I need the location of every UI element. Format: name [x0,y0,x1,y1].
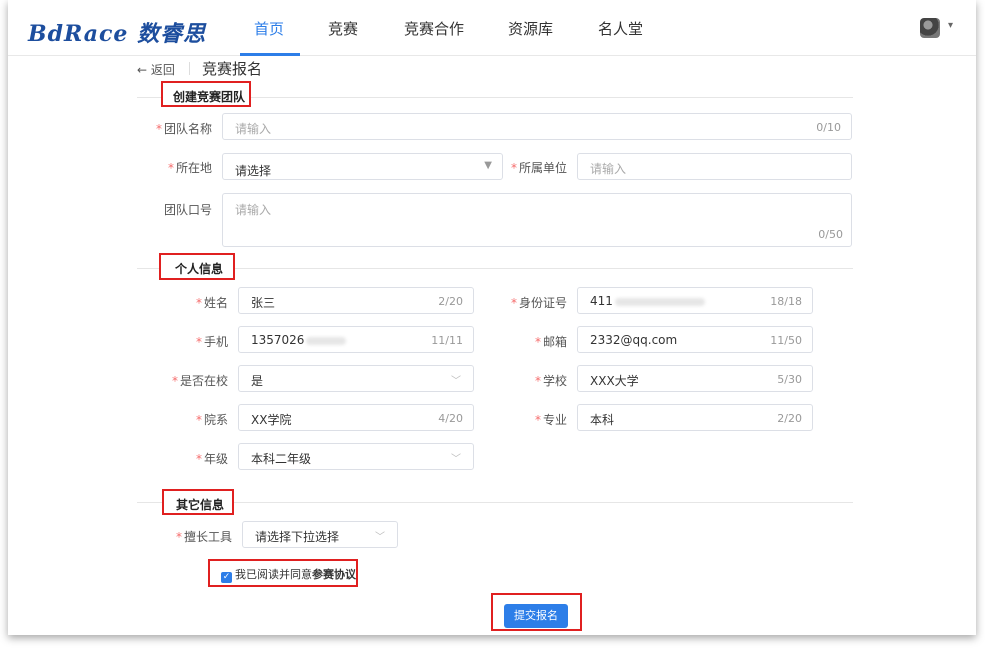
section-divider [137,268,853,269]
id-number-input[interactable]: 411 18/18 [577,287,813,314]
char-counter: 2/20 [777,412,802,425]
slogan-label: 团队口号 [163,203,212,217]
agreement-link[interactable]: 参赛协议 [312,568,356,581]
submit-button[interactable]: 提交报名 [504,604,568,628]
email-label: * 邮箱 [534,335,567,349]
id-number-label: * 身份证号 [510,296,567,310]
major-input[interactable]: 本科 2/20 [577,404,813,431]
tool-select[interactable]: 请选择下拉选择 ﹀ [242,521,398,548]
char-counter: 0/50 [818,228,843,241]
section-title-personal: 个人信息 [175,262,224,276]
agreement-checkbox[interactable]: ✓ 我已阅读并同意参赛协议 [221,566,356,583]
top-nav: BdRace 数睿思 首页 竞赛 竞赛合作 资源库 名人堂 ▾ [8,0,976,56]
nav-resources[interactable]: 资源库 [508,18,553,39]
required-mark: * [534,374,541,388]
check-icon[interactable]: ✓ [221,572,232,583]
user-avatar[interactable] [920,18,940,38]
tool-label: * 擅长工具 [175,530,232,544]
redacted-text [306,336,347,345]
chevron-down-icon: ﹀ [451,454,461,465]
email-input[interactable]: 2332@qq.com 11/50 [577,326,813,353]
section-title-team: 创建竞赛团队 [173,90,246,104]
brand-logo[interactable]: BdRace 数睿思 [28,16,206,48]
char-counter: 11/50 [770,334,802,347]
caret-down-icon: ▼ [484,160,492,171]
grade-select[interactable]: 本科二年级 ﹀ [238,443,474,470]
char-counter: 2/20 [438,295,463,308]
required-mark: * [195,335,202,349]
char-counter: 11/11 [431,334,463,347]
required-mark: * [510,296,517,310]
required-mark: * [195,413,202,427]
nav-hall-of-fame[interactable]: 名人堂 [598,18,643,39]
grade-label: * 年级 [195,452,228,466]
name-input[interactable]: 张三 2/20 [238,287,474,314]
required-mark: * [175,530,182,544]
department-label: * 院系 [195,413,228,427]
section-title-other: 其它信息 [176,498,225,512]
in-school-select[interactable]: 是 ﹀ [238,365,474,392]
nav-competitions[interactable]: 竞赛 [328,18,358,39]
nav-home[interactable]: 首页 [254,18,284,39]
page-title: 竞赛报名 [202,60,263,78]
team-name-label: * 团队名称 [155,122,212,136]
section-divider [137,502,853,503]
in-school-label: * 是否在校 [171,374,228,388]
required-mark: * [195,452,202,466]
nav-active-indicator [240,53,300,56]
required-mark: * [510,161,517,175]
slogan-textarea[interactable]: 请输入 0/50 [222,193,852,247]
school-label: * 学校 [534,374,567,388]
required-mark: * [167,161,174,175]
location-select[interactable]: 请选择 ▼ [222,153,503,180]
department-input[interactable]: XX学院 4/20 [238,404,474,431]
char-counter: 0/10 [816,121,841,134]
major-label: * 专业 [534,413,567,427]
phone-label: * 手机 [195,335,228,349]
required-mark: * [534,335,541,349]
redacted-text [614,297,705,306]
chevron-down-icon: ﹀ [451,376,461,387]
team-name-input[interactable]: 请输入 0/10 [222,113,852,140]
chevron-down-icon[interactable]: ▾ [948,20,953,31]
org-input[interactable]: 请输入 [577,153,852,180]
char-counter: 4/20 [438,412,463,425]
char-counter: 18/18 [770,295,802,308]
required-mark: * [534,413,541,427]
location-label: * 所在地 [167,161,212,175]
char-counter: 5/30 [777,373,802,386]
required-mark: * [195,296,202,310]
app-window: BdRace 数睿思 首页 竞赛 竞赛合作 资源库 名人堂 ▾ [8,0,976,635]
back-link[interactable]: ← 返回 [137,61,175,78]
phone-input[interactable]: 1357026 11/11 [238,326,474,353]
required-mark: * [171,374,178,388]
nav-cooperation[interactable]: 竞赛合作 [404,18,464,39]
required-mark: * [155,122,162,136]
school-input[interactable]: XXX大学 5/30 [577,365,813,392]
name-label: * 姓名 [195,296,228,310]
chevron-down-icon: ﹀ [375,532,385,543]
org-label: * 所属单位 [510,161,567,175]
breadcrumb-divider [189,62,190,75]
